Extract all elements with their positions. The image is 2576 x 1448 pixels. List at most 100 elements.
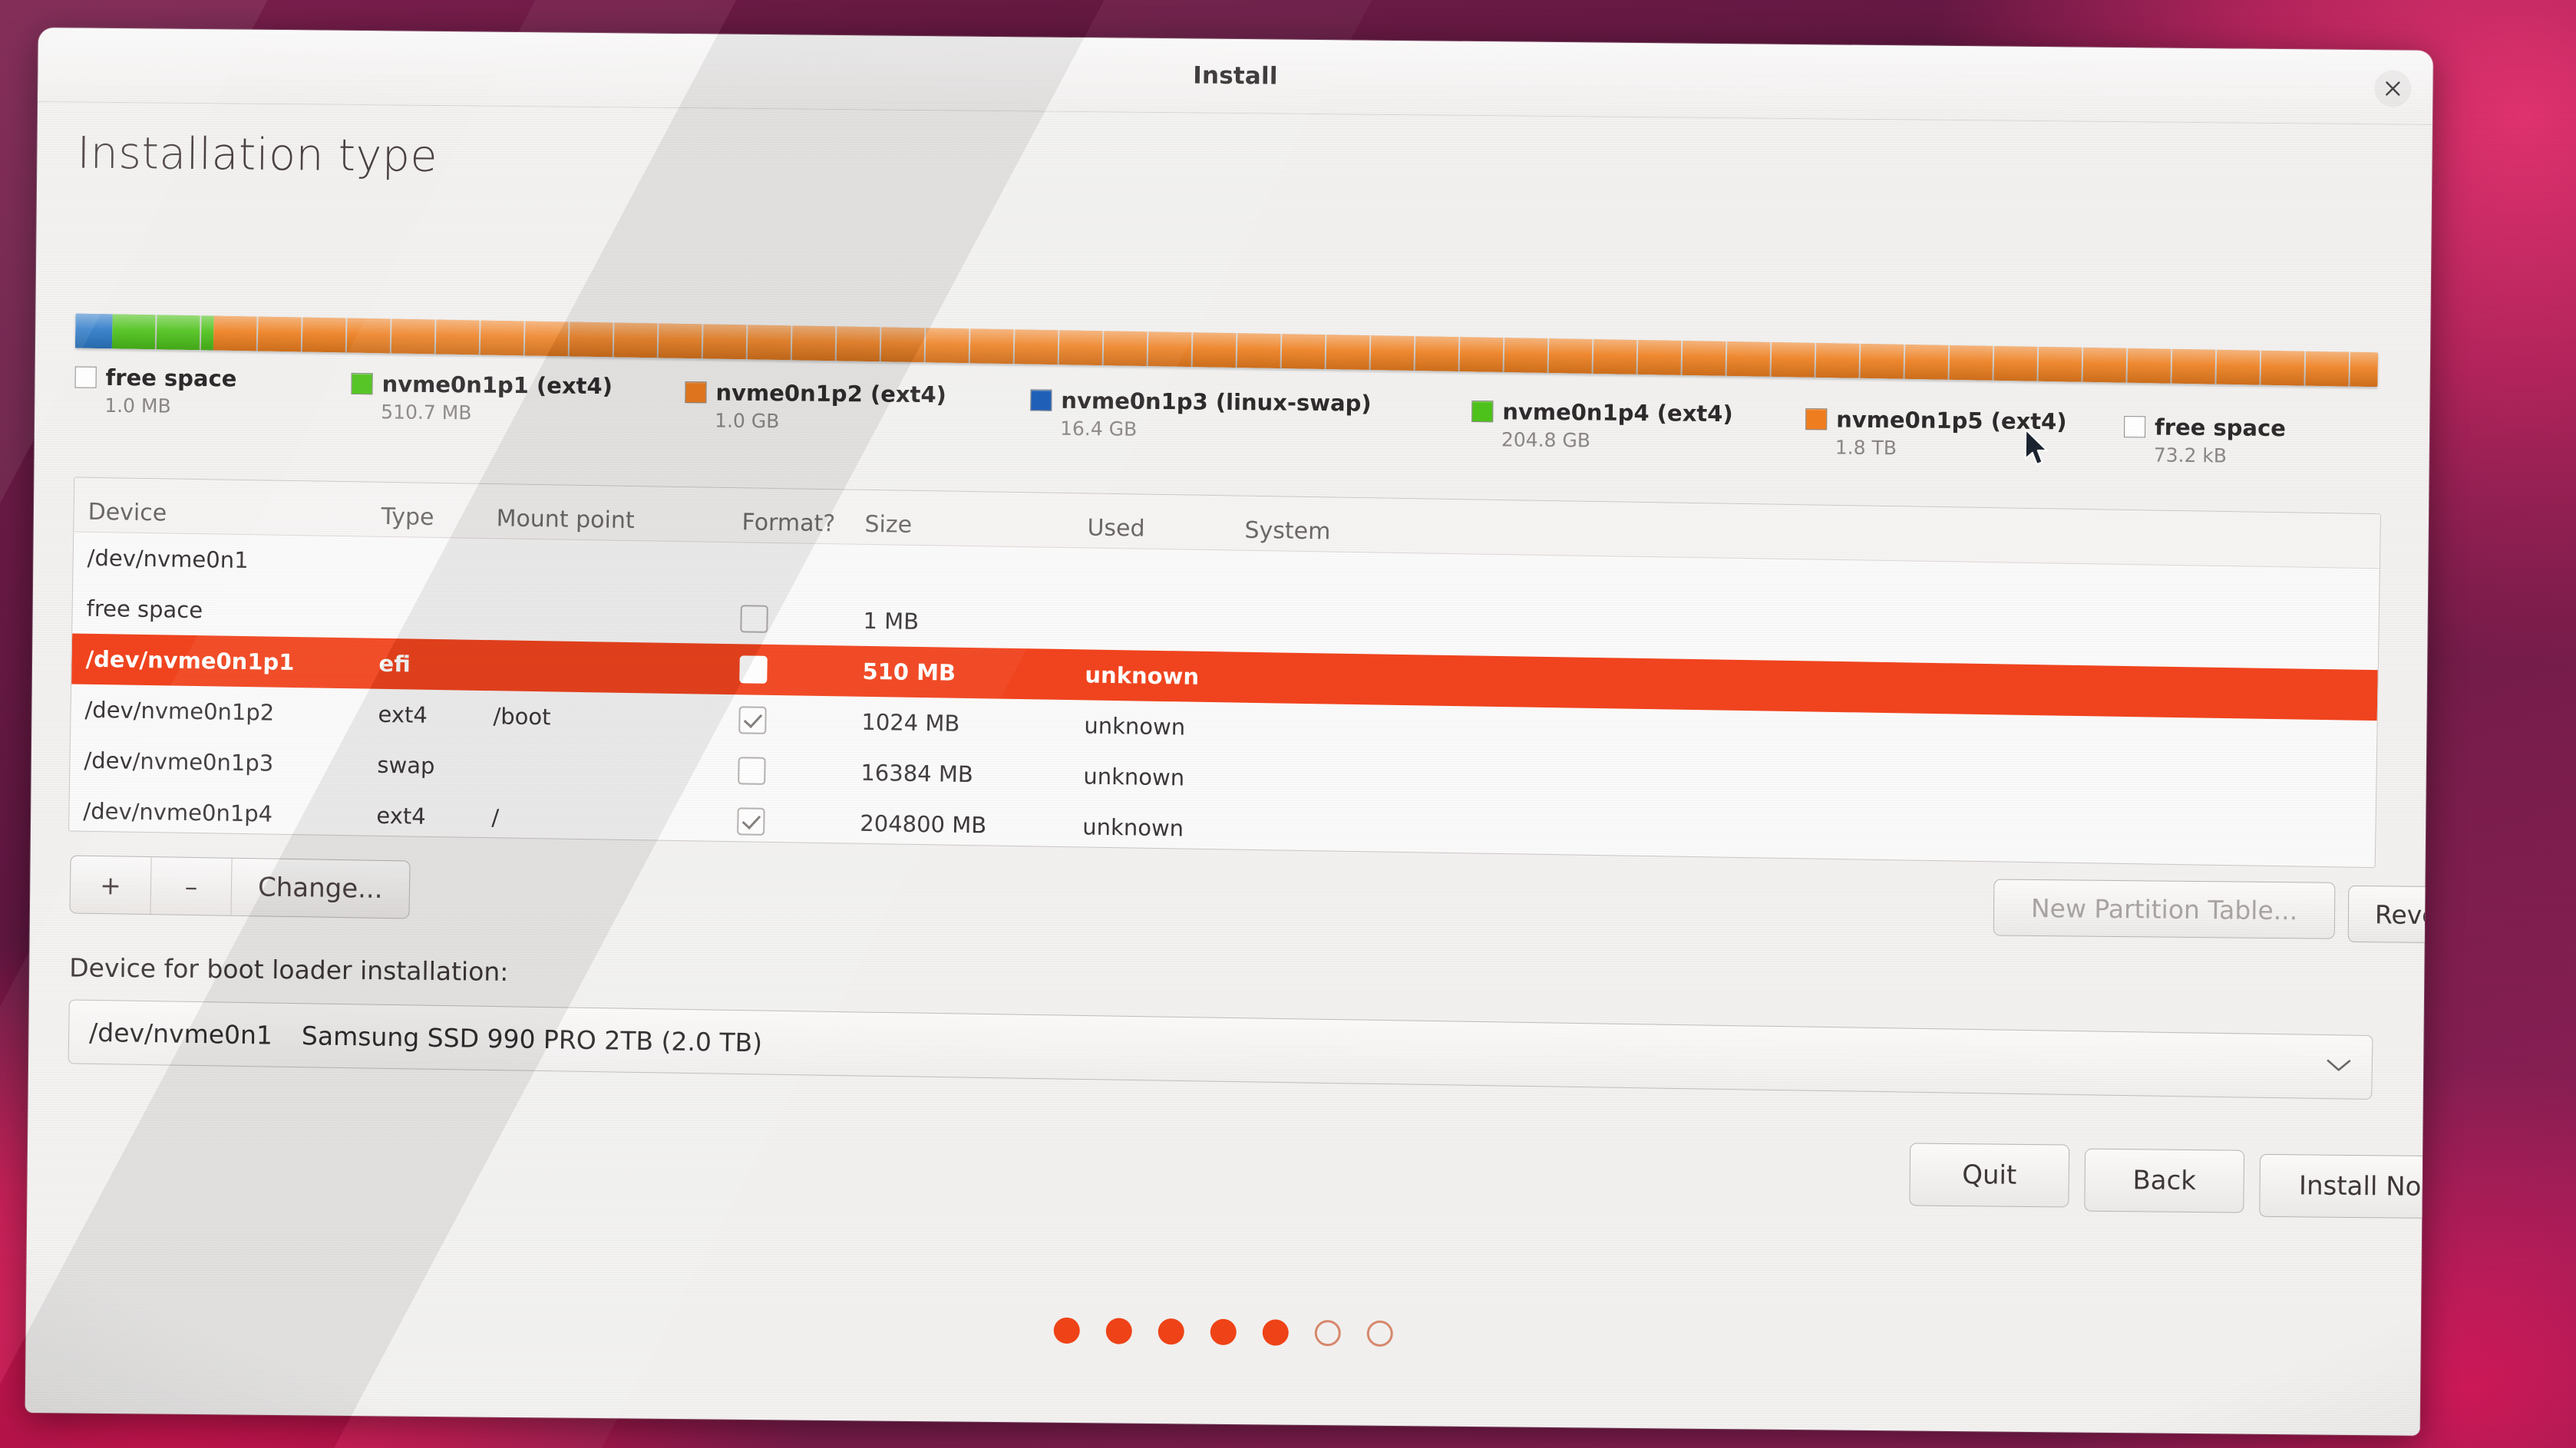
format-checkbox[interactable] [737,807,765,836]
boot-loader-device-select[interactable]: /dev/nvme0n1 Samsung SSD 990 PRO 2TB (2.… [68,999,2373,1100]
change-partition-button[interactable]: Change... [231,859,409,919]
cell-used [1085,624,1243,626]
partition-table[interactable]: Device Type Mount point Format? Size Use… [68,477,2382,869]
page-title: Installation type [77,127,438,182]
column-header-type: Type [381,503,434,531]
cell-mount-point [492,767,707,770]
new-partition-table-button[interactable]: New Partition Table... [1993,879,2336,939]
legend-item-size: 1.8 TB [1835,436,1897,460]
legend-empty-swatch-icon [2123,416,2146,438]
cell-format[interactable] [707,757,861,787]
cell-type: efi [378,650,411,678]
cell-size: 1024 MB [861,708,960,737]
legend-empty-swatch-icon [74,366,97,388]
legend-item-label: nvme0n1p2 (ext4) [715,379,947,408]
legend-item-label: nvme0n1p3 (linux-swap) [1061,387,1372,417]
close-icon[interactable] [2374,70,2412,107]
legend-color-swatch-icon [351,372,373,395]
legend-color-swatch-icon [1030,389,1052,411]
cell-size: 1 MB [863,607,920,635]
legend-item-label: free space [2154,414,2287,442]
back-button[interactable]: Back [2084,1148,2245,1213]
window-titlebar: Install [38,28,2433,125]
remove-partition-button[interactable]: – [150,857,233,915]
quit-button[interactable]: Quit [1909,1143,2070,1208]
legend-color-swatch-icon [1805,408,1828,430]
legend-item: nvme0n1p5 (ext4) 1.8 TB [1805,406,2067,460]
column-header-used: Used [1087,514,1145,543]
legend-item-size: 510.7 MB [381,401,472,424]
legend-item-label: nvme0n1p5 (ext4) [1836,406,2067,435]
progress-dot-inactive [1366,1320,1393,1347]
cell-type [381,562,496,564]
partition-bar-segment[interactable] [74,313,113,349]
cell-system [1243,627,1550,632]
legend-item-size: 1.0 MB [104,394,171,417]
legend-item-label: free space [105,364,237,392]
cell-system [1240,779,1547,783]
legend-item-size: 73.2 kB [2153,444,2228,467]
cell-system [1242,678,1549,682]
format-checkbox[interactable] [738,757,766,785]
cell-format[interactable] [708,706,862,736]
cell-device: /dev/nvme0n1p2 [84,696,275,726]
cell-type: swap [377,751,435,779]
cell-used [1087,573,1244,576]
cell-format[interactable] [706,807,860,837]
cell-size: 204800 MB [860,810,987,839]
progress-dot-active [1210,1318,1237,1346]
format-checkbox[interactable] [740,605,768,633]
legend-item: free space 1.0 MB [74,364,237,417]
progress-dot-active [1105,1318,1132,1344]
cell-device: /dev/nvme0n1 [87,544,249,574]
window-title: Install [1193,61,1278,91]
cell-used: unknown [1083,763,1185,791]
partition-bar-segment[interactable] [111,314,214,351]
revert-button[interactable]: Revert [2347,885,2433,944]
legend-color-swatch-icon [1471,400,1494,423]
partition-bar-wrap [74,313,2379,388]
cell-used: unknown [1082,813,1184,842]
cell-mount-point [495,615,710,618]
cell-mount-point: /boot [493,703,551,731]
cell-device: /dev/nvme0n1p4 [83,797,273,827]
legend-item-label: nvme0n1p1 (ext4) [381,371,613,400]
partition-toolbar: + – Change... [69,855,411,919]
cell-type [380,613,495,615]
legend-item: nvme0n1p4 (ext4) 204.8 GB [1471,398,1733,453]
column-header-format: Format? [741,509,836,538]
cell-used: unknown [1085,661,1200,690]
legend-item-label: nvme0n1p4 (ext4) [1502,398,1733,427]
cell-type: ext4 [376,802,427,830]
install-now-button[interactable]: Install Now [2259,1153,2433,1219]
format-checkbox[interactable] [739,655,768,684]
cell-mount-point [494,665,709,668]
installer-window: Install Installation type free space 1.0 … [25,28,2433,1436]
column-header-mount-point: Mount point [496,505,635,535]
legend-item: nvme0n1p2 (ext4) 1.0 GB [685,379,946,434]
cell-format[interactable] [709,605,864,635]
progress-dots [26,1308,2421,1357]
cell-format[interactable] [708,655,863,685]
legend-item-size: 204.8 GB [1501,428,1591,452]
cell-device: free space [86,595,203,624]
format-checkbox[interactable] [738,706,767,734]
chevron-down-icon [2326,1057,2352,1077]
boot-loader-device-model: Samsung SSD 990 PRO 2TB (2.0 TB) [301,1020,763,1057]
table-body: /dev/nvme0n1 free space 1 MB/dev/nvme0n1p1… [69,532,2379,868]
cell-device: /dev/nvme0n1p3 [84,747,274,777]
progress-dot-active [1262,1319,1289,1346]
cell-size: 16384 MB [860,759,974,788]
cell-system [1241,728,1548,733]
cell-format [711,568,864,570]
cell-size [864,570,1087,574]
legend-item-size: 1.0 GB [714,409,780,433]
add-partition-button[interactable]: + [70,856,152,915]
cell-size: 510 MB [862,658,956,686]
boot-loader-label: Device for boot loader installation: [69,952,509,987]
column-header-device: Device [88,498,167,527]
column-header-size: Size [864,510,913,539]
legend-item: free space 73.2 kB [2123,414,2287,467]
desktop-background: Install Installation type free space 1.0 … [0,0,2576,1448]
legend-item: nvme0n1p3 (linux-swap) 16.4 GB [1030,387,1372,442]
